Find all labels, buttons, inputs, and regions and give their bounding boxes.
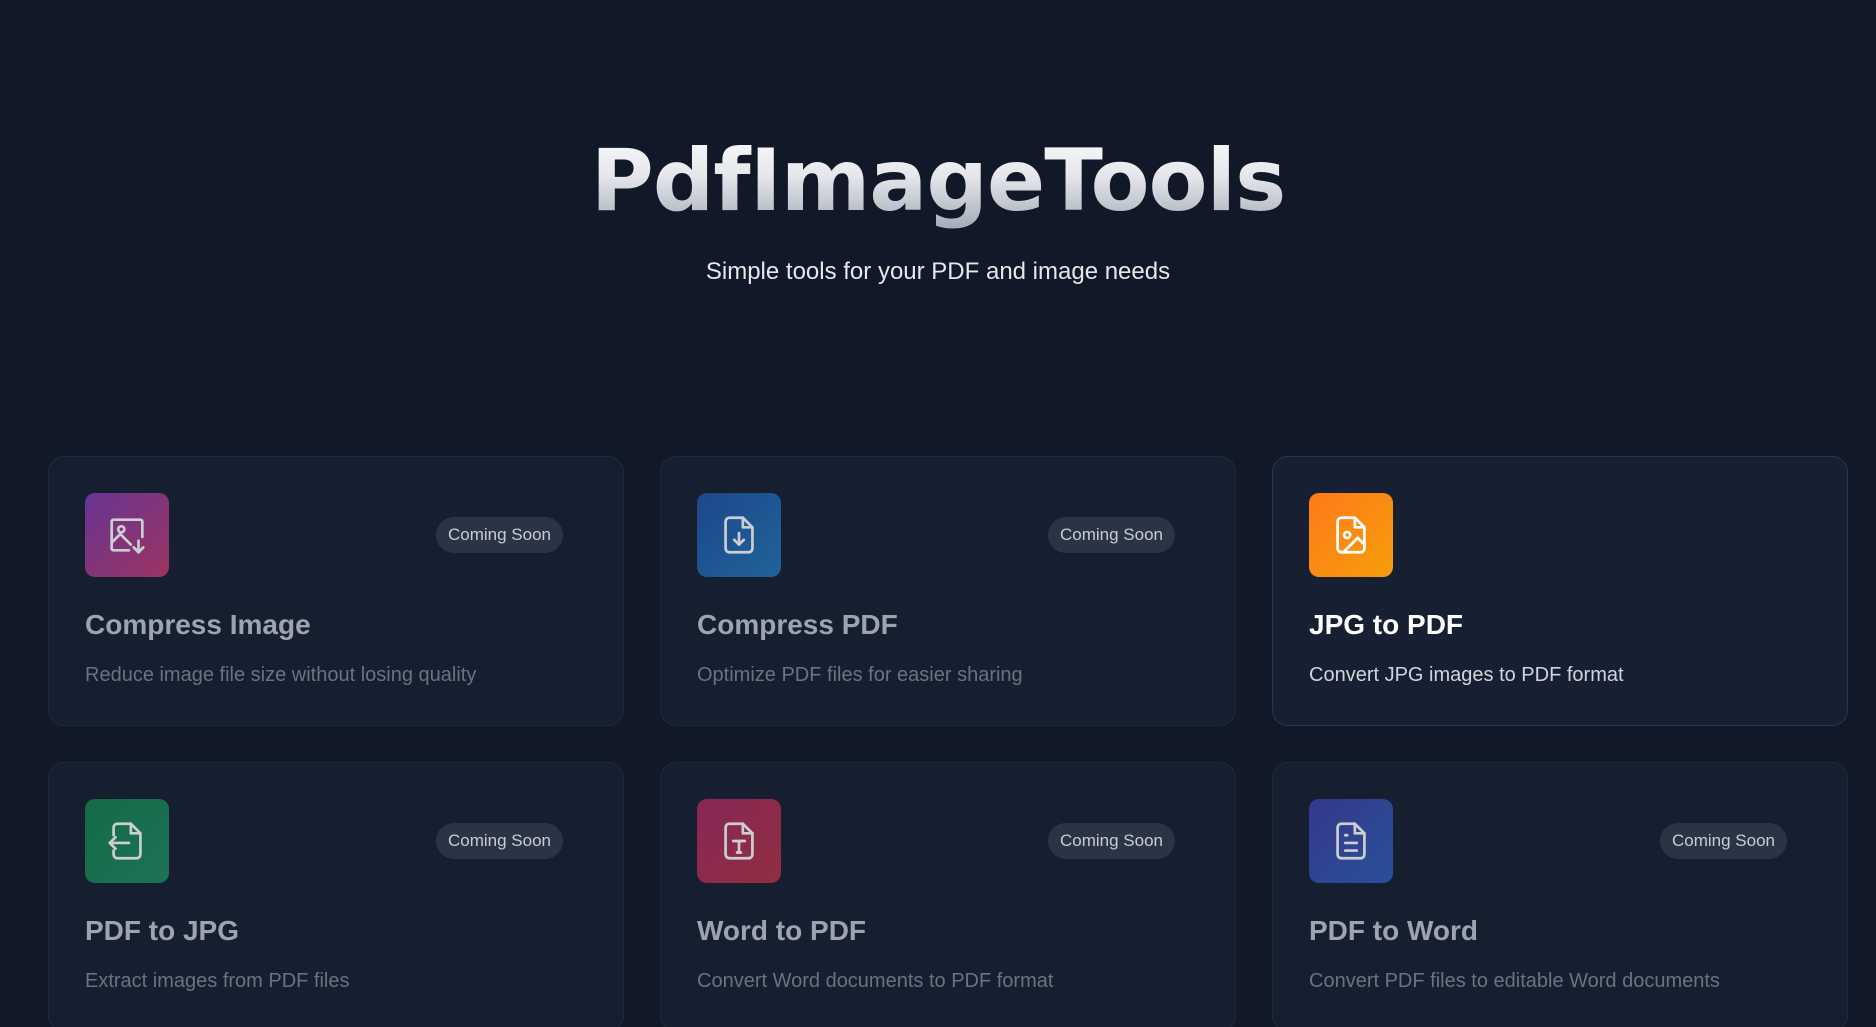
pdf-to-jpg-icon-tile: [85, 799, 169, 883]
tool-description: Convert PDF files to editable Word docum…: [1309, 970, 1720, 992]
coming-soon-badge: Coming Soon: [1047, 823, 1175, 859]
pdf-to-word-icon-tile: [1309, 799, 1393, 883]
tool-description: Optimize PDF files for easier sharing: [697, 664, 1023, 686]
tool-title: Word to PDF: [697, 915, 867, 946]
tool-card-pdf-to-word[interactable]: Coming Soon PDF to Word Convert PDF file…: [1272, 762, 1848, 1027]
word-to-pdf-icon-tile: [697, 799, 781, 883]
tool-description: Reduce image file size without losing qu…: [85, 664, 477, 686]
tool-title: PDF to Word: [1309, 915, 1479, 946]
file-export-icon: [108, 822, 142, 860]
image-download-icon: [110, 518, 145, 554]
file-type-icon: [724, 822, 754, 860]
tool-title: Compress Image: [85, 609, 311, 640]
file-image-icon: [1336, 516, 1366, 554]
tool-card-word-to-pdf[interactable]: Coming Soon Word to PDF Convert Word doc…: [660, 762, 1236, 1027]
tool-card-pdf-to-jpg[interactable]: Coming Soon PDF to JPG Extract images fr…: [48, 762, 624, 1027]
coming-soon-badge: Coming Soon: [1659, 823, 1787, 859]
tool-card-compress-pdf[interactable]: Coming Soon Compress PDF Optimize PDF fi…: [660, 456, 1236, 726]
tool-title: PDF to JPG: [85, 915, 240, 946]
tool-description: Convert JPG images to PDF format: [1309, 664, 1624, 686]
tool-description: Convert Word documents to PDF format: [697, 970, 1054, 992]
compress-pdf-icon-tile: [697, 493, 781, 577]
compress-image-icon-tile: [85, 493, 169, 577]
tool-card-compress-image[interactable]: Coming Soon Compress Image Reduce image …: [48, 456, 624, 726]
tool-title: JPG to PDF: [1309, 609, 1464, 640]
coming-soon-badge: Coming Soon: [435, 823, 563, 859]
site-title: PdfImageTools: [0, 126, 1876, 236]
page: PdfImageTools Simple tools for your PDF …: [0, 0, 1876, 1027]
site-tagline: Simple tools for your PDF and image need…: [705, 258, 1171, 285]
file-text-icon: [1336, 822, 1366, 860]
jpg-to-pdf-icon-tile: [1309, 493, 1393, 577]
tool-title: Compress PDF: [697, 609, 898, 640]
coming-soon-badge: Coming Soon: [1047, 517, 1175, 553]
coming-soon-badge: Coming Soon: [435, 517, 563, 553]
tool-card-jpg-to-pdf[interactable]: JPG to PDF Convert JPG images to PDF for…: [1272, 456, 1848, 726]
file-download-icon: [724, 516, 754, 554]
tool-grid: Coming Soon Compress Image Reduce image …: [48, 456, 1848, 1027]
tool-description: Extract images from PDF files: [85, 970, 350, 992]
